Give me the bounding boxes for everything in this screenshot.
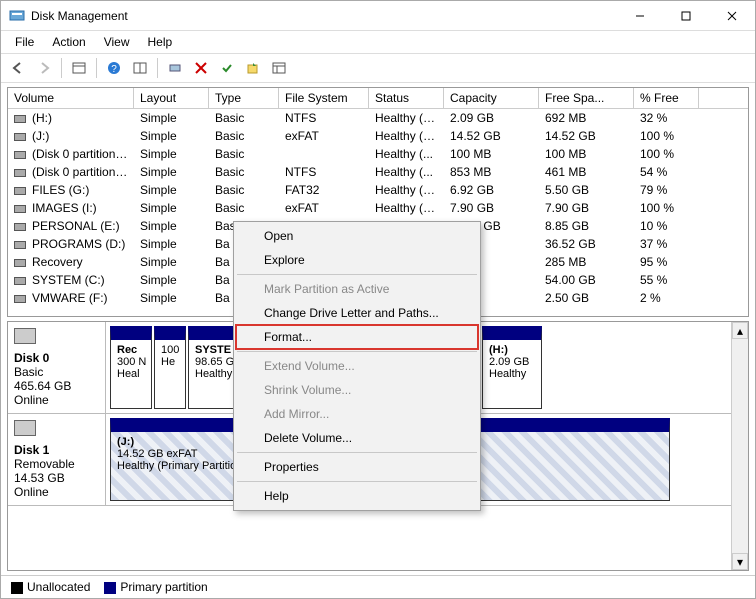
context-change-drive-letter[interactable]: Change Drive Letter and Paths... xyxy=(236,301,478,325)
disk-label[interactable]: Disk 1Removable14.53 GBOnline xyxy=(8,414,106,505)
column-volume[interactable]: Volume xyxy=(8,88,134,108)
legend-unallocated: Unallocated xyxy=(11,580,90,594)
toolbar: ? xyxy=(1,54,755,83)
minimize-button[interactable] xyxy=(617,1,663,31)
help-button[interactable]: ? xyxy=(103,57,125,79)
context-separator xyxy=(237,452,477,453)
volume-icon xyxy=(14,169,26,177)
context-add-mirror: Add Mirror... xyxy=(236,402,478,426)
maximize-button[interactable] xyxy=(663,1,709,31)
partition[interactable]: 100He xyxy=(154,326,186,409)
volume-row[interactable]: (Disk 0 partition 5)SimpleBasicNTFSHealt… xyxy=(8,163,748,181)
scroll-down-icon[interactable]: ▾ xyxy=(732,553,748,570)
swatch-navy-icon xyxy=(104,582,116,594)
volume-icon xyxy=(14,295,26,303)
vertical-scrollbar[interactable]: ▴ ▾ xyxy=(731,322,748,570)
column-pct-free[interactable]: % Free xyxy=(634,88,699,108)
context-delete-volume[interactable]: Delete Volume... xyxy=(236,426,478,450)
context-mark-active: Mark Partition as Active xyxy=(236,277,478,301)
refresh-button[interactable] xyxy=(242,57,264,79)
column-type[interactable]: Type xyxy=(209,88,279,108)
menu-view[interactable]: View xyxy=(96,33,138,51)
partition[interactable]: (H:)2.09 GBHealthy xyxy=(482,326,542,409)
volume-row[interactable]: (H:)SimpleBasicNTFSHealthy (P...2.09 GB6… xyxy=(8,109,748,127)
layout-button[interactable] xyxy=(129,57,151,79)
settings-button[interactable] xyxy=(164,57,186,79)
delete-button[interactable] xyxy=(190,57,212,79)
disk-icon xyxy=(14,420,36,436)
menu-action[interactable]: Action xyxy=(44,33,93,51)
volume-icon xyxy=(14,259,26,267)
column-capacity[interactable]: Capacity xyxy=(444,88,539,108)
context-separator xyxy=(237,481,477,482)
context-help[interactable]: Help xyxy=(236,484,478,508)
column-layout[interactable]: Layout xyxy=(134,88,209,108)
properties-button[interactable] xyxy=(268,57,290,79)
context-shrink-volume: Shrink Volume... xyxy=(236,378,478,402)
volume-row[interactable]: FILES (G:)SimpleBasicFAT32Healthy (P...6… xyxy=(8,181,748,199)
volume-row[interactable]: (J:)SimpleBasicexFATHealthy (P...14.52 G… xyxy=(8,127,748,145)
context-menu: Open Explore Mark Partition as Active Ch… xyxy=(233,221,481,511)
menu-file[interactable]: File xyxy=(7,33,42,51)
swatch-black-icon xyxy=(11,582,23,594)
window-title: Disk Management xyxy=(31,9,617,23)
context-separator xyxy=(237,274,477,275)
volume-row[interactable]: IMAGES (I:)SimpleBasicexFATHealthy (P...… xyxy=(8,199,748,217)
volume-icon xyxy=(14,133,26,141)
disk-label[interactable]: Disk 0Basic465.64 GBOnline xyxy=(8,322,106,413)
volume-icon xyxy=(14,241,26,249)
volume-icon xyxy=(14,205,26,213)
context-properties[interactable]: Properties xyxy=(236,455,478,479)
column-free[interactable]: Free Spa... xyxy=(539,88,634,108)
show-hide-console-button[interactable] xyxy=(68,57,90,79)
legend: Unallocated Primary partition xyxy=(1,575,755,598)
back-button[interactable] xyxy=(7,57,29,79)
svg-text:?: ? xyxy=(111,64,117,75)
context-open[interactable]: Open xyxy=(236,224,478,248)
volume-row[interactable]: (Disk 0 partition 2)SimpleBasicHealthy (… xyxy=(8,145,748,163)
volume-icon xyxy=(14,151,26,159)
legend-primary: Primary partition xyxy=(104,580,207,594)
context-explore[interactable]: Explore xyxy=(236,248,478,272)
volume-icon xyxy=(14,115,26,123)
disk-icon xyxy=(14,328,36,344)
volume-list-header: Volume Layout Type File System Status Ca… xyxy=(8,88,748,109)
partition[interactable]: Rec300 NHeal xyxy=(110,326,152,409)
context-separator xyxy=(237,351,477,352)
column-status[interactable]: Status xyxy=(369,88,444,108)
scroll-up-icon[interactable]: ▴ xyxy=(732,322,748,339)
close-button[interactable] xyxy=(709,1,755,31)
forward-button[interactable] xyxy=(33,57,55,79)
menu-help[interactable]: Help xyxy=(140,33,181,51)
check-button[interactable] xyxy=(216,57,238,79)
app-icon xyxy=(9,8,25,24)
menubar: File Action View Help xyxy=(1,31,755,54)
volume-icon xyxy=(14,277,26,285)
context-format[interactable]: Format... xyxy=(236,325,478,349)
context-extend-volume: Extend Volume... xyxy=(236,354,478,378)
column-filesystem[interactable]: File System xyxy=(279,88,369,108)
titlebar: Disk Management xyxy=(1,1,755,31)
volume-icon xyxy=(14,187,26,195)
volume-icon xyxy=(14,223,26,231)
window-buttons xyxy=(617,1,755,31)
